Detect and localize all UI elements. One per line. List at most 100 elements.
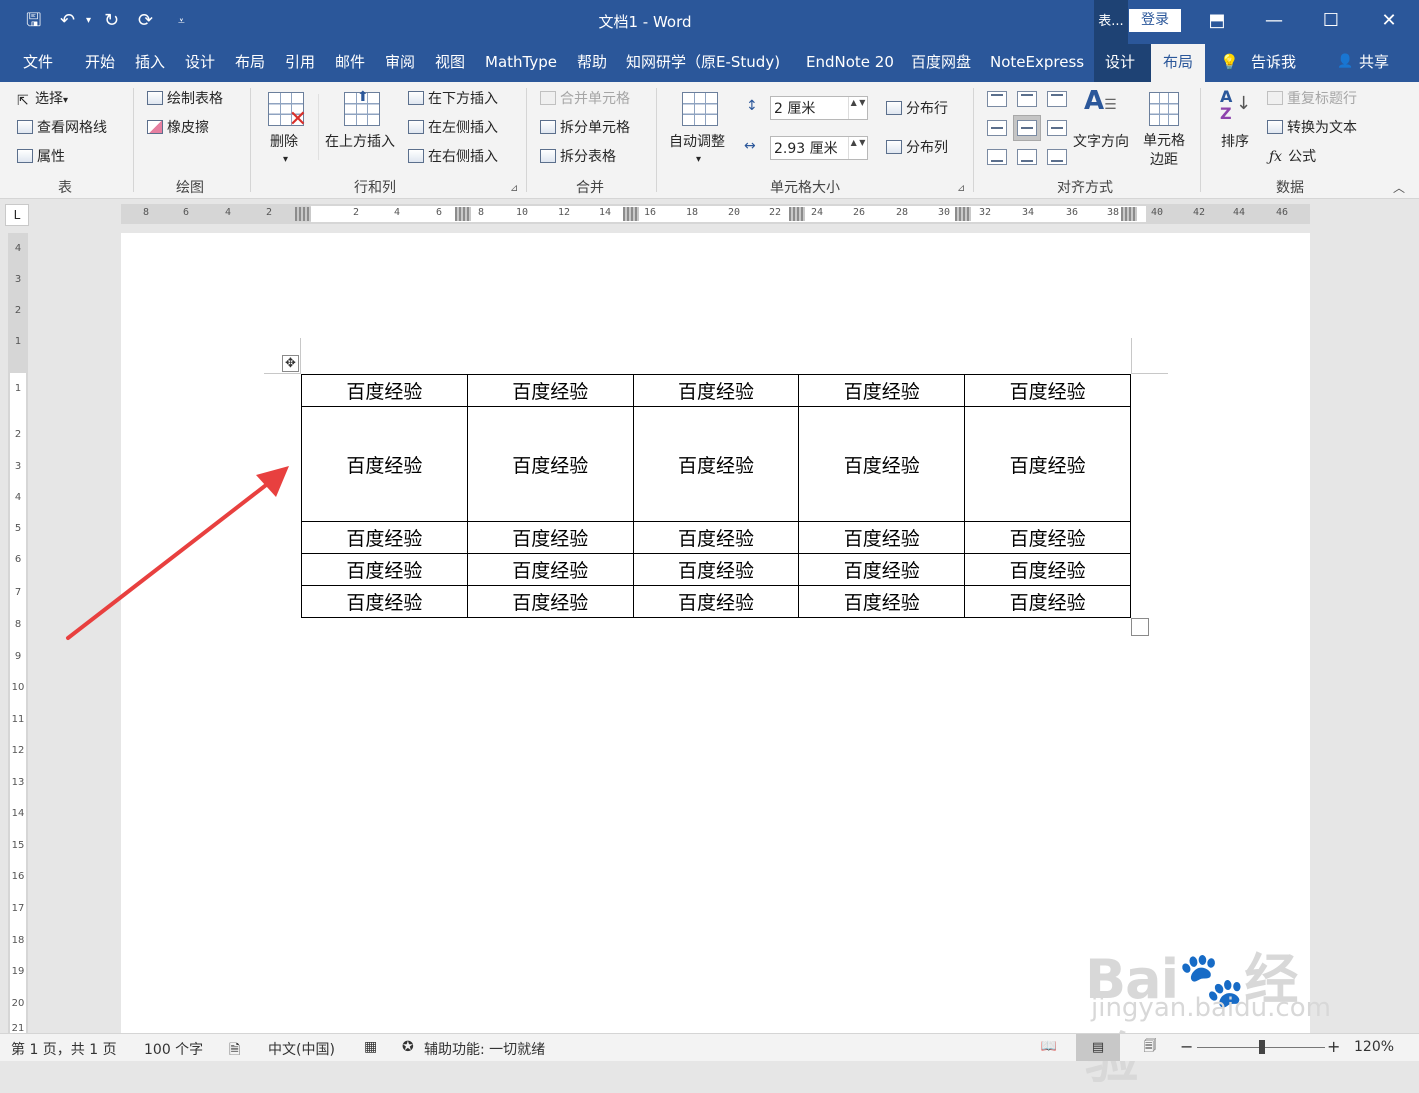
tab-references[interactable]: 引用 <box>285 44 315 82</box>
table-cell[interactable]: 百度经验 <box>632 374 800 407</box>
insert-left-button[interactable]: 在左侧插入 <box>408 118 498 138</box>
insert-above-button[interactable]: 在上方插入 <box>325 132 395 152</box>
table-cell[interactable]: 百度经验 <box>301 553 468 586</box>
column-marker[interactable] <box>1121 207 1137 221</box>
print-layout-icon[interactable]: ▤ <box>1076 1034 1120 1061</box>
column-marker[interactable] <box>295 207 311 221</box>
align-top-center-icon[interactable] <box>1017 91 1037 107</box>
properties-button[interactable]: 属性 <box>17 147 65 167</box>
document-table[interactable]: 百度经验 百度经验 百度经验 百度经验 百度经验 百度经验 百度经验 百度经验 百度经验 百度经验… <box>301 374 1131 618</box>
collapse-ribbon-icon[interactable]: ︿ <box>1393 178 1405 198</box>
zoom-slider-thumb[interactable] <box>1259 1040 1265 1054</box>
insert-above-icon[interactable]: ⬆ <box>344 89 380 126</box>
dialog-launcher-icon[interactable]: ⊿ <box>957 179 965 199</box>
delete-button[interactable]: 删除 <box>270 132 298 152</box>
align-bottom-right-icon[interactable] <box>1047 149 1067 165</box>
align-middle-left-icon[interactable] <box>987 120 1007 136</box>
table-cell[interactable]: 百度经验 <box>466 553 634 586</box>
view-gridlines-button[interactable]: 查看网格线 <box>17 118 107 138</box>
delete-table-icon[interactable]: ✕ <box>268 92 307 131</box>
table-cell[interactable]: 百度经验 <box>964 374 1131 407</box>
login-button[interactable]: 登录 <box>1129 9 1181 32</box>
tab-view[interactable]: 视图 <box>435 44 465 82</box>
word-count-status[interactable]: 100 个字 <box>144 1039 203 1059</box>
close-icon[interactable]: ✕ <box>1374 8 1404 34</box>
table-cell[interactable]: 百度经验 <box>301 374 468 407</box>
table-cell[interactable]: 百度经验 <box>798 585 966 618</box>
ribbon-display-options-icon[interactable]: ⬒ <box>1202 8 1232 34</box>
share-button[interactable]: 共享 <box>1359 44 1389 82</box>
tab-cnki-estudy[interactable]: 知网研学（原E-Study) <box>626 44 780 82</box>
zoom-out-icon[interactable]: − <box>1180 1037 1193 1056</box>
tab-home[interactable]: 开始 <box>85 44 115 82</box>
table-cell[interactable]: 百度经验 <box>301 521 468 554</box>
align-bottom-left-icon[interactable] <box>987 149 1007 165</box>
lightbulb-icon[interactable]: 💡 <box>1220 44 1239 82</box>
column-marker[interactable] <box>955 207 971 221</box>
chevron-down-icon[interactable]: ▾ <box>696 150 701 170</box>
cell-margins-icon[interactable] <box>1149 92 1179 126</box>
spinner-arrows-icon[interactable]: ▲ ▼ <box>848 137 867 159</box>
column-marker[interactable] <box>789 207 805 221</box>
column-marker[interactable] <box>455 207 471 221</box>
split-table-button[interactable]: 拆分表格 <box>540 147 616 167</box>
tab-design[interactable]: 设计 <box>185 44 215 82</box>
tab-review[interactable]: 审阅 <box>385 44 415 82</box>
sort-button[interactable]: 排序 <box>1221 132 1249 152</box>
table-cell[interactable]: 百度经验 <box>798 374 966 407</box>
proofing-icon[interactable]: 🗎 <box>229 1039 240 1063</box>
zoom-level[interactable]: 120% <box>1354 1039 1394 1055</box>
zoom-in-icon[interactable]: + <box>1327 1037 1340 1056</box>
read-mode-icon[interactable]: 📖 <box>1038 1037 1060 1057</box>
chevron-down-icon[interactable]: ▾ <box>283 150 288 170</box>
tell-me-search[interactable]: 告诉我 <box>1251 44 1296 82</box>
tab-file[interactable]: 文件 <box>23 44 53 82</box>
column-marker[interactable] <box>623 207 639 221</box>
table-cell[interactable]: 百度经验 <box>964 406 1131 522</box>
sort-icon[interactable]: AZ <box>1220 88 1232 122</box>
align-top-right-icon[interactable] <box>1047 91 1067 107</box>
table-cell[interactable]: 百度经验 <box>964 585 1131 618</box>
tab-selector-icon[interactable]: L <box>5 204 29 226</box>
tab-layout[interactable]: 布局 <box>235 44 265 82</box>
tab-baidu-netdisk[interactable]: 百度网盘 <box>911 44 971 82</box>
align-bottom-center-icon[interactable] <box>1017 149 1037 165</box>
macro-recording-icon[interactable]: ▦ <box>364 1039 377 1055</box>
table-cell[interactable]: 百度经验 <box>632 406 800 522</box>
merge-cells-button[interactable]: 合并单元格 <box>540 89 630 109</box>
table-cell[interactable]: 百度经验 <box>466 374 634 407</box>
table-cell[interactable]: 百度经验 <box>964 521 1131 554</box>
convert-to-text-button[interactable]: 转换为文本 <box>1267 118 1357 138</box>
table-cell[interactable]: 百度经验 <box>798 406 966 522</box>
table-cell[interactable]: 百度经验 <box>466 585 634 618</box>
tab-insert[interactable]: 插入 <box>135 44 165 82</box>
align-middle-right-icon[interactable] <box>1047 120 1067 136</box>
horizontal-ruler[interactable]: 8 6 4 2 2 4 6 8 10 12 14 16 18 20 22 24 26 28 30 32 34 36 38 40… <box>121 204 1310 224</box>
autofit-icon[interactable] <box>682 92 718 126</box>
insert-right-button[interactable]: 在右侧插入 <box>408 147 498 167</box>
repeat-header-rows-button[interactable]: 重复标题行 <box>1267 89 1357 109</box>
tab-endnote[interactable]: EndNote 20 <box>806 44 894 82</box>
dialog-launcher-icon[interactable]: ⊿ <box>510 179 518 199</box>
maximize-icon[interactable]: ☐ <box>1316 8 1346 34</box>
column-width-field[interactable]: 2.93 厘米 ▲ ▼ <box>770 136 868 160</box>
align-middle-center-icon[interactable] <box>1017 120 1037 136</box>
tab-mathtype[interactable]: MathType <box>485 44 557 82</box>
table-cell[interactable]: 百度经验 <box>964 553 1131 586</box>
person-icon[interactable]: 👤 <box>1337 44 1353 82</box>
insert-below-button[interactable]: 在下方插入 <box>408 89 498 109</box>
table-cell[interactable]: 百度经验 <box>798 521 966 554</box>
minimize-icon[interactable]: — <box>1259 8 1289 34</box>
table-move-handle-icon[interactable]: ✥ <box>282 355 299 372</box>
tab-mailings[interactable]: 邮件 <box>335 44 365 82</box>
table-cell[interactable]: 百度经验 <box>466 406 634 522</box>
distribute-columns-button[interactable]: 分布列 <box>886 138 948 158</box>
eraser-button[interactable]: 橡皮擦 <box>147 118 209 138</box>
formula-button[interactable]: ƒx 公式 <box>1269 147 1316 167</box>
text-direction-button[interactable]: 文字方向 <box>1073 132 1129 152</box>
align-top-left-icon[interactable] <box>987 91 1007 107</box>
table-cell[interactable]: 百度经验 <box>301 585 468 618</box>
tab-table-layout[interactable]: 布局 <box>1151 44 1205 82</box>
language-status[interactable]: 中文(中国) <box>268 1039 335 1059</box>
accessibility-status[interactable]: 辅助功能: 一切就绪 <box>424 1039 545 1059</box>
